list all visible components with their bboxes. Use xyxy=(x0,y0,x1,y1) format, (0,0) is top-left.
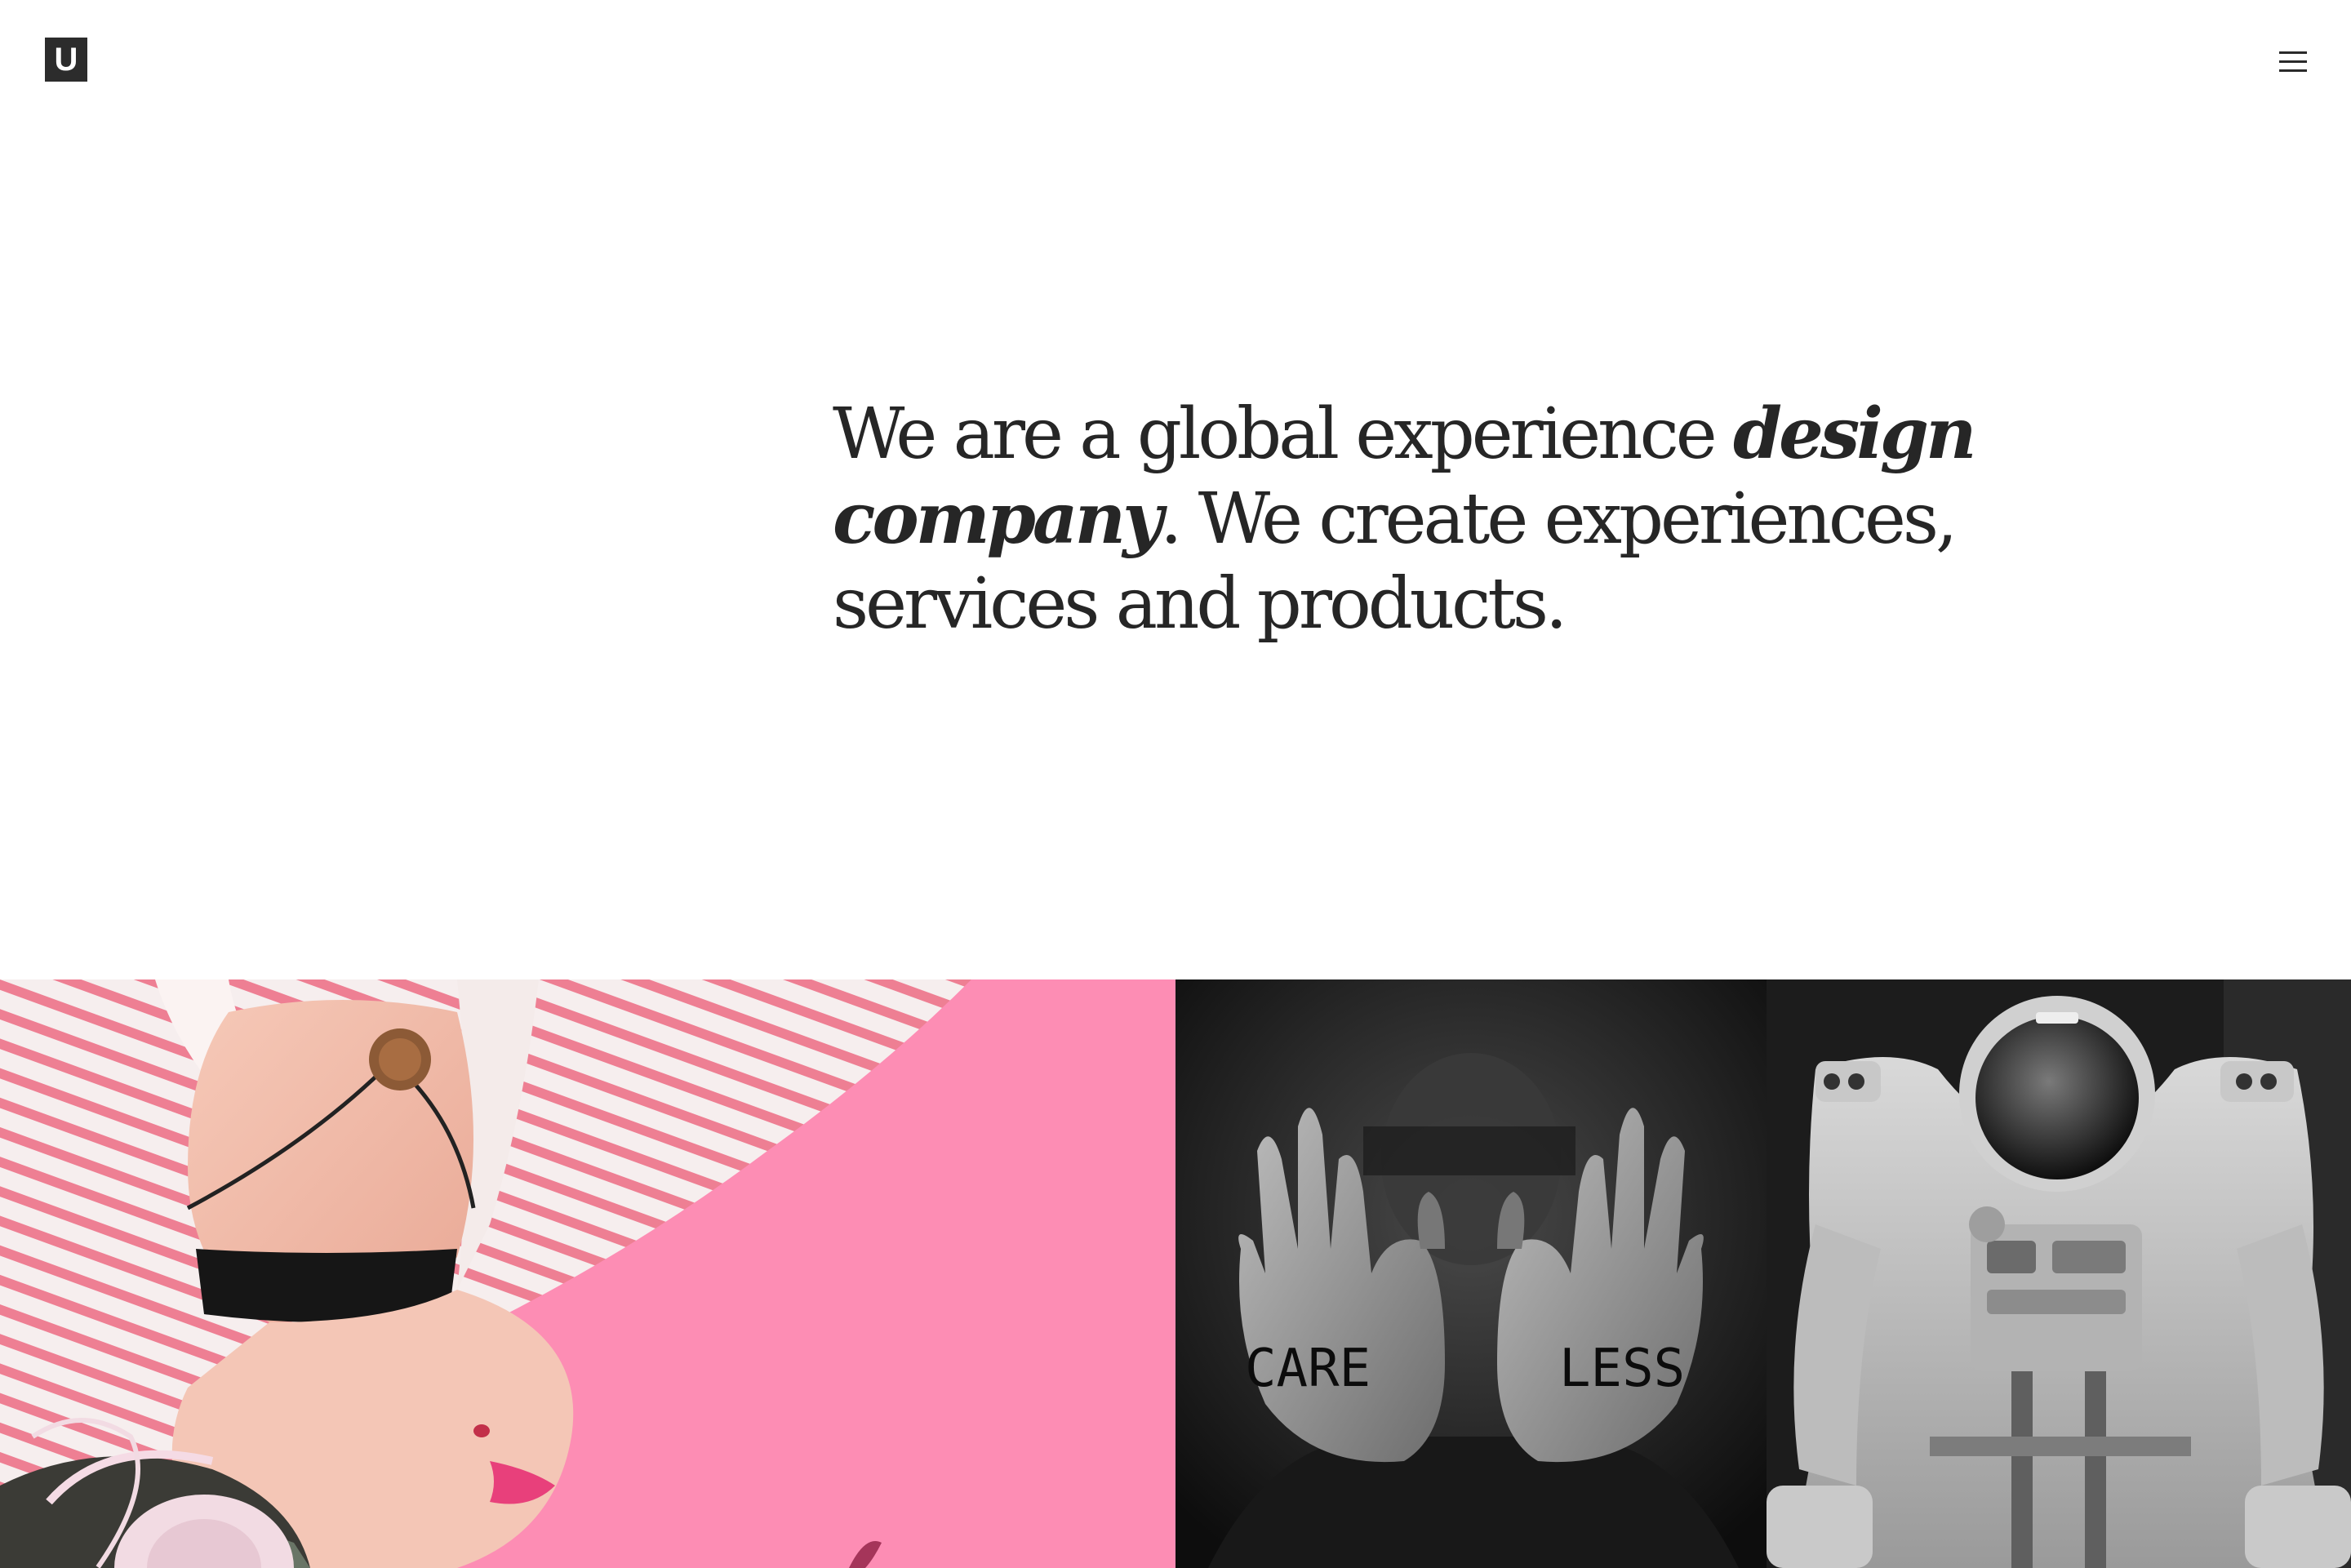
palm-text-right: LESS xyxy=(1559,1339,1685,1399)
astronaut-illustration xyxy=(1767,979,2351,1568)
menu-line xyxy=(2279,51,2307,54)
hero-heading: We are a global experience design compan… xyxy=(833,392,2220,646)
menu-line xyxy=(2279,60,2307,63)
hero-text-before: We are a global experience xyxy=(833,393,1733,475)
palm-text-left: CARE xyxy=(1245,1339,1371,1399)
hamburger-menu-icon[interactable] xyxy=(2266,47,2320,77)
menu-line xyxy=(2279,69,2307,72)
astronaut-suit-photo[interactable] xyxy=(1767,979,2351,1568)
hands-illustration: CARE LESS xyxy=(1176,979,1767,1568)
site-header: U xyxy=(0,0,2351,122)
gallery: CARE LESS xyxy=(0,979,2351,1568)
care-less-hands-photo[interactable]: CARE LESS xyxy=(1176,979,1767,1568)
pink-fashion-illustration xyxy=(0,979,1176,1568)
logo[interactable]: U xyxy=(45,38,87,82)
pink-fashion-photo[interactable] xyxy=(0,979,1176,1568)
